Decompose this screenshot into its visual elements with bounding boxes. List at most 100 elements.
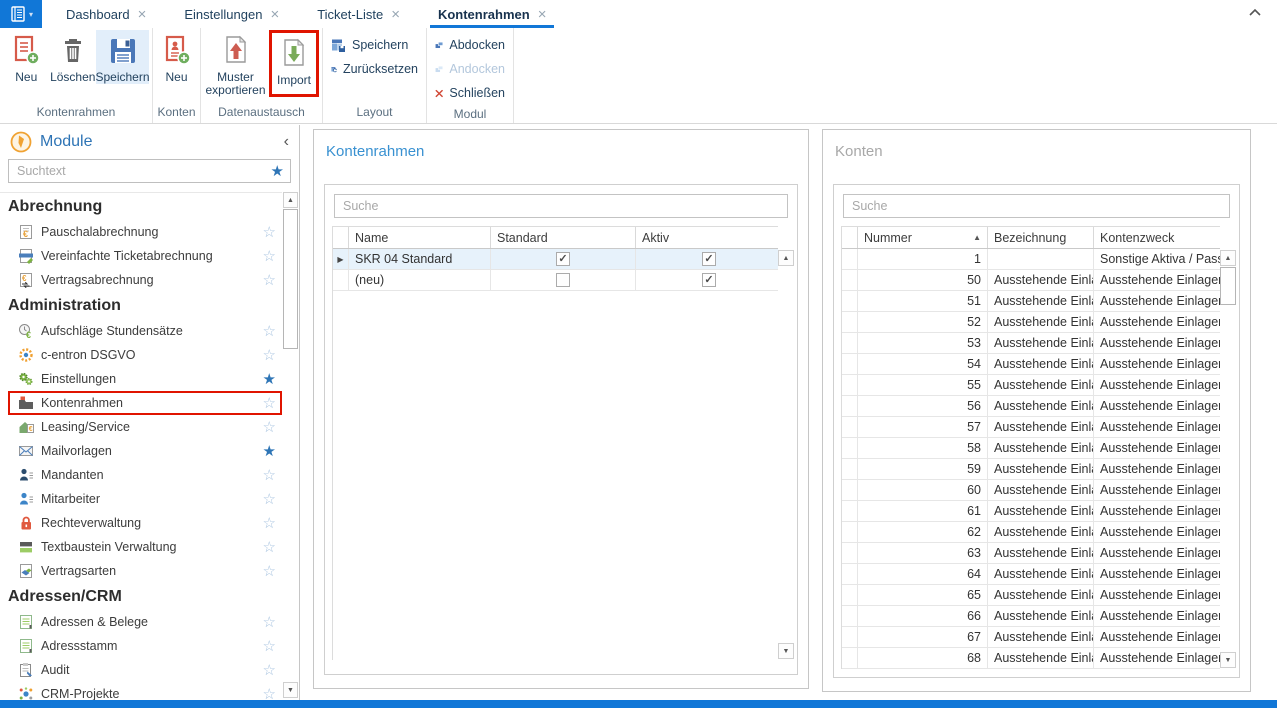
tab[interactable]: Kontenrahmen × <box>428 0 557 28</box>
collapse-sidebar-icon[interactable]: ‹ <box>284 134 289 150</box>
schliessen-button[interactable]: Schließen <box>427 81 513 105</box>
cell-nummer[interactable]: 66 <box>858 606 988 626</box>
table-row[interactable]: 55 Ausstehende Einla... Ausstehende Einl… <box>842 375 1220 396</box>
cell-kontenzweck[interactable]: Ausstehende Einlagen... <box>1094 375 1220 395</box>
cell-name[interactable]: (neu) <box>349 270 491 290</box>
favorite-star-outline-icon[interactable]: ☆ <box>263 661 276 679</box>
cell-nummer[interactable]: 51 <box>858 291 988 311</box>
scroll-up-icon[interactable]: ▲ <box>778 250 794 266</box>
cell-bezeichnung[interactable]: Ausstehende Einla... <box>988 459 1094 479</box>
favorite-star-outline-icon[interactable]: ☆ <box>263 466 276 484</box>
cell-nummer[interactable]: 60 <box>858 480 988 500</box>
cell-bezeichnung[interactable]: Ausstehende Einla... <box>988 312 1094 332</box>
column-header-kontenzweck[interactable]: Kontenzweck <box>1094 227 1220 248</box>
sidebar-item[interactable]: Vereinfachte Ticketabrechnung ★ ☆ <box>8 244 282 268</box>
cell-kontenzweck[interactable]: Ausstehende Einlagen... <box>1094 606 1220 626</box>
favorite-star-outline-icon[interactable]: ☆ <box>263 562 276 580</box>
favorite-star-outline-icon[interactable]: ☆ <box>263 490 276 508</box>
cell-bezeichnung[interactable] <box>988 249 1094 269</box>
cell-nummer[interactable]: 50 <box>858 270 988 290</box>
collapse-ribbon-icon[interactable] <box>1247 6 1263 18</box>
tab-close-icon[interactable]: × <box>538 7 547 22</box>
favorite-star-outline-icon[interactable]: ☆ <box>263 322 276 340</box>
tab[interactable]: Ticket-Liste × <box>307 0 410 28</box>
tab-close-icon[interactable]: × <box>391 7 400 22</box>
layout-zuruecksetzen-button[interactable]: Zurücksetzen <box>323 57 426 81</box>
sidebar-item[interactable]: Leasing/Service ★ ☆ <box>8 415 282 439</box>
sidebar-item[interactable]: Kontenrahmen ★ ☆ <box>8 391 282 415</box>
scroll-up-icon[interactable]: ▲ <box>1220 250 1236 266</box>
cell-kontenzweck[interactable]: Ausstehende Einlagen... <box>1094 438 1220 458</box>
cell-bezeichnung[interactable]: Ausstehende Einla... <box>988 522 1094 542</box>
sidebar-item[interactable]: Audit ★ ☆ <box>8 658 282 682</box>
table-row[interactable]: 65 Ausstehende Einla... Ausstehende Einl… <box>842 585 1220 606</box>
cell-kontenzweck[interactable]: Ausstehende Einlagen... <box>1094 585 1220 605</box>
cell-kontenzweck[interactable]: Ausstehende Einlagen... <box>1094 459 1220 479</box>
table-row[interactable]: 64 Ausstehende Einla... Ausstehende Einl… <box>842 564 1220 585</box>
favorite-star-filled-icon[interactable]: ★ <box>263 370 276 388</box>
table-row[interactable]: 54 Ausstehende Einla... Ausstehende Einl… <box>842 354 1220 375</box>
neu-kontenrahmen-button[interactable]: Neu <box>3 30 50 84</box>
cell-nummer[interactable]: 63 <box>858 543 988 563</box>
table-row[interactable]: 59 Ausstehende Einla... Ausstehende Einl… <box>842 459 1220 480</box>
table-row[interactable]: 51 Ausstehende Einla... Ausstehende Einl… <box>842 291 1220 312</box>
cell-kontenzweck[interactable]: Ausstehende Einlagen... <box>1094 417 1220 437</box>
sidebar-item[interactable]: Mailvorlagen ★ ☆ <box>8 439 282 463</box>
favorite-star-outline-icon[interactable]: ☆ <box>263 394 276 412</box>
cell-kontenzweck[interactable]: Ausstehende Einlagen... <box>1094 501 1220 521</box>
layout-speichern-button[interactable]: Speichern <box>323 33 426 57</box>
cell-kontenzweck[interactable]: Ausstehende Einlagen... <box>1094 522 1220 542</box>
cell-nummer[interactable]: 54 <box>858 354 988 374</box>
cell-kontenzweck[interactable]: Ausstehende Einlagen... <box>1094 354 1220 374</box>
favorite-star-outline-icon[interactable]: ☆ <box>263 271 276 289</box>
cell-bezeichnung[interactable]: Ausstehende Einla... <box>988 417 1094 437</box>
cell-nummer[interactable]: 52 <box>858 312 988 332</box>
table-row[interactable]: ▶ (neu) ✓ ✓ <box>333 270 778 291</box>
column-header-bezeichnung[interactable]: Bezeichnung <box>988 227 1094 248</box>
column-header-nummer[interactable]: Nummer ▲ <box>858 227 988 248</box>
cell-kontenzweck[interactable]: Ausstehende Einlagen... <box>1094 627 1220 647</box>
cell-nummer[interactable]: 56 <box>858 396 988 416</box>
sidebar-item[interactable]: Textbaustein Verwaltung ★ ☆ <box>8 535 282 559</box>
sidebar-item[interactable]: Mitarbeiter ★ ☆ <box>8 487 282 511</box>
cell-kontenzweck[interactable]: Ausstehende Einlagen... <box>1094 648 1220 668</box>
cell-kontenzweck[interactable]: Sonstige Aktiva / Passi... <box>1094 249 1220 269</box>
favorites-filter-icon[interactable]: ★ <box>271 162 284 180</box>
cell-bezeichnung[interactable]: Ausstehende Einla... <box>988 627 1094 647</box>
table-row[interactable]: 58 Ausstehende Einla... Ausstehende Einl… <box>842 438 1220 459</box>
cell-nummer[interactable]: 68 <box>858 648 988 668</box>
table-row[interactable]: 68 Ausstehende Einla... Ausstehende Einl… <box>842 648 1220 669</box>
cell-nummer[interactable]: 67 <box>858 627 988 647</box>
scroll-down-icon[interactable]: ▼ <box>778 643 794 659</box>
favorite-star-outline-icon[interactable]: ☆ <box>263 637 276 655</box>
sidebar-item[interactable]: Mandanten ★ ☆ <box>8 463 282 487</box>
column-header-aktiv[interactable]: Aktiv <box>636 227 778 248</box>
column-header-name[interactable]: Name <box>349 227 491 248</box>
cell-name[interactable]: SKR 04 Standard <box>349 249 491 269</box>
sidebar-item[interactable]: c-entron DSGVO ★ ☆ <box>8 343 282 367</box>
cell-bezeichnung[interactable]: Ausstehende Einla... <box>988 648 1094 668</box>
cell-nummer[interactable]: 64 <box>858 564 988 584</box>
cell-kontenzweck[interactable]: Ausstehende Einlagen... <box>1094 564 1220 584</box>
konten-search-input[interactable] <box>843 194 1230 218</box>
cell-bezeichnung[interactable]: Ausstehende Einla... <box>988 480 1094 500</box>
cell-kontenzweck[interactable]: Ausstehende Einlagen... <box>1094 396 1220 416</box>
cell-nummer[interactable]: 62 <box>858 522 988 542</box>
favorite-star-outline-icon[interactable]: ☆ <box>263 685 276 700</box>
table-row[interactable]: 66 Ausstehende Einla... Ausstehende Einl… <box>842 606 1220 627</box>
table-row[interactable]: 62 Ausstehende Einla... Ausstehende Einl… <box>842 522 1220 543</box>
favorite-star-outline-icon[interactable]: ☆ <box>263 346 276 364</box>
cell-nummer[interactable]: 1 <box>858 249 988 269</box>
favorite-star-outline-icon[interactable]: ☆ <box>263 418 276 436</box>
cell-kontenzweck[interactable]: Ausstehende Einlagen... <box>1094 291 1220 311</box>
table-row[interactable]: 67 Ausstehende Einla... Ausstehende Einl… <box>842 627 1220 648</box>
cell-bezeichnung[interactable]: Ausstehende Einla... <box>988 585 1094 605</box>
table-row[interactable]: 60 Ausstehende Einla... Ausstehende Einl… <box>842 480 1220 501</box>
cell-bezeichnung[interactable]: Ausstehende Einla... <box>988 543 1094 563</box>
cell-nummer[interactable]: 55 <box>858 375 988 395</box>
cell-bezeichnung[interactable]: Ausstehende Einla... <box>988 354 1094 374</box>
table-row[interactable]: 61 Ausstehende Einla... Ausstehende Einl… <box>842 501 1220 522</box>
tab[interactable]: Dashboard × <box>56 0 156 28</box>
table-row[interactable]: ▶ SKR 04 Standard ✓ ✓ <box>333 249 778 270</box>
scroll-down-icon[interactable]: ▼ <box>283 682 298 698</box>
